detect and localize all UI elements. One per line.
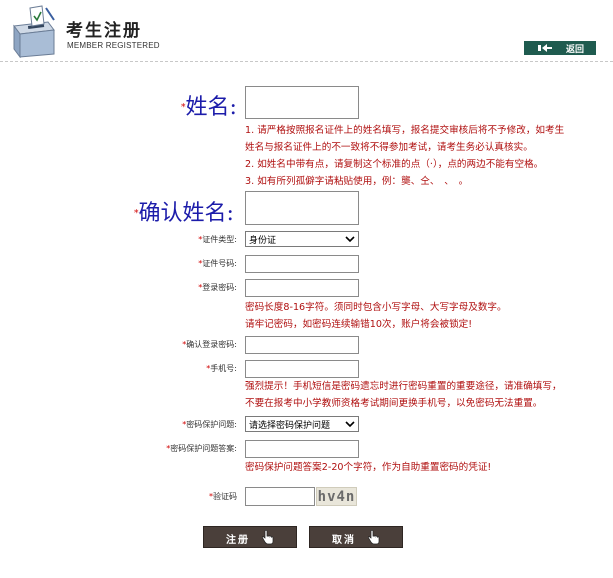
captcha-image[interactable]: hv4n	[316, 487, 357, 506]
name-note-1: 1. 请严格按照报名证件上的姓名填写，报名提交审核后将不予修改，如考生	[245, 125, 565, 136]
page-header: 考生注册 MEMBER REGISTERED 返回	[0, 0, 613, 62]
ballot-box-icon	[8, 4, 60, 59]
id-type-value: 身份证	[249, 235, 277, 246]
security-answer-label: *密码保护问题答案:	[166, 444, 237, 453]
name-note-3: 2. 如姓名中带有点，请复制这个标准的点（·），点的两边不能有空格。	[245, 159, 544, 170]
back-label: 返回	[565, 44, 584, 55]
captcha-input[interactable]	[245, 487, 315, 506]
phone-note-1: 强烈提示！手机短信是密码遗忘时进行密码重置的重要途径，请准确填写，	[245, 381, 562, 392]
security-question-label: *密码保护问题:	[182, 420, 237, 429]
security-question-value: 请选择密码保护问题	[249, 420, 331, 431]
id-type-label: *证件类型:	[198, 235, 237, 244]
name-label: *姓名:	[181, 95, 237, 120]
page-title: 考生注册	[66, 21, 142, 41]
id-number-label: *证件号码:	[198, 259, 237, 268]
back-arrow-icon	[538, 44, 552, 55]
name-note-4: 3. 如有所列孤僻字请粘贴使用，例：龑、仝、 、 。	[245, 176, 469, 187]
chevron-down-icon	[345, 234, 355, 247]
back-button[interactable]: 返回	[524, 41, 596, 55]
phone-input[interactable]	[245, 360, 359, 378]
cancel-label: 取消	[332, 535, 356, 546]
security-answer-note: 密码保护问题答案2-20个字符，作为自助重置密码的凭证!	[245, 462, 492, 473]
register-label: 注册	[226, 535, 250, 546]
captcha-label: *验证码	[209, 492, 237, 501]
password-note-1: 密码长度8-16字符。须同时包含小写字母、大写字母及数字。	[245, 302, 507, 313]
phone-note-2: 不要在报考中小学教师资格考试期间更换手机号，以免密码无法重置。	[245, 398, 543, 409]
confirm-name-input[interactable]	[245, 191, 359, 225]
hand-pointer-icon	[261, 529, 274, 548]
security-question-select[interactable]: 请选择密码保护问题	[245, 416, 359, 432]
register-button[interactable]: 注册	[203, 526, 297, 548]
cancel-button[interactable]: 取消	[309, 526, 403, 548]
id-type-select[interactable]: 身份证	[245, 231, 359, 247]
hand-pointer-icon	[367, 529, 380, 548]
phone-label: *手机号:	[206, 364, 237, 373]
header-divider	[0, 61, 613, 62]
confirm-name-label: *确认姓名:	[134, 201, 234, 226]
password-label: *登录密码:	[198, 283, 237, 292]
chevron-down-icon	[345, 419, 355, 432]
name-input[interactable]	[245, 86, 359, 119]
page-subtitle: MEMBER REGISTERED	[67, 41, 160, 50]
confirm-password-input[interactable]	[245, 336, 359, 354]
name-note-2: 姓名与报名证件上的不一致将不得参加考试，请考生务必认真核实。	[245, 142, 533, 153]
id-number-input[interactable]	[245, 255, 359, 273]
confirm-password-label: *确认登录密码:	[182, 340, 237, 349]
password-note-2: 请牢记密码，如密码连续输错10次，账户将会被锁定!	[245, 319, 473, 330]
password-input[interactable]	[245, 279, 359, 297]
security-answer-input[interactable]	[245, 440, 359, 458]
